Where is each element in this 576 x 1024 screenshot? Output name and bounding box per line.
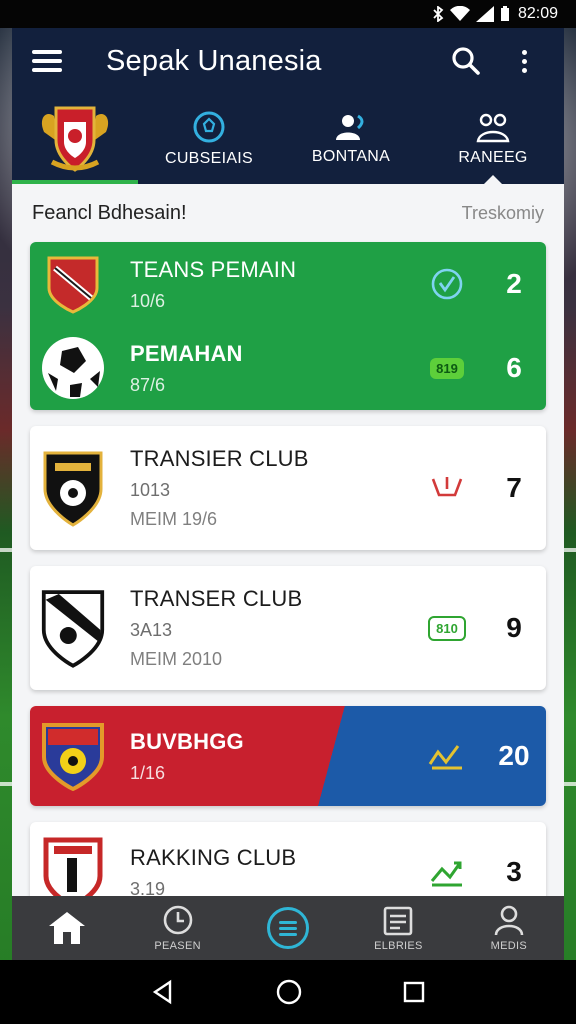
club-crest-icon [40, 837, 106, 896]
list-item[interactable]: BUVBHGG 1/16 20 [30, 706, 546, 806]
users-icon [476, 113, 510, 143]
badge: 810 [412, 615, 482, 641]
entry-name: TRANSER CLUB [130, 586, 303, 611]
featured-card[interactable]: TEANS PEMAIN 10/6 2 PEMAHAN 87/6 819 6 [30, 242, 546, 410]
signal-icon [475, 6, 494, 22]
federation-logo[interactable] [12, 94, 138, 184]
entry-name: BUVBHGG [130, 728, 244, 754]
section-title: Feancl Bdhesain! [32, 201, 187, 224]
clock-icon [163, 905, 192, 935]
status-bar: 82:09 [0, 0, 576, 28]
battery-icon [500, 6, 509, 21]
kebab-icon [521, 49, 527, 73]
rank-number: 2 [506, 268, 522, 299]
club-crest-icon [40, 723, 106, 791]
score-pill: 810 [428, 615, 466, 641]
club-card[interactable]: RAKKING CLUB 3.19 3 [30, 822, 546, 896]
back-icon[interactable] [150, 979, 176, 1005]
more-options-button[interactable] [504, 41, 544, 81]
list-item[interactable]: TRANSER CLUB 3A13 MEIM 2010 810 9 [30, 566, 546, 690]
nav-medis[interactable]: MEDIS [454, 904, 564, 952]
rank-number: 6 [506, 352, 522, 383]
entry-stat: 1/16 [130, 762, 166, 783]
entry-stat: 1013 [130, 480, 171, 500]
app-bar: Sepak Unanesia CUBSEIAIS BONTANA RANEEG [12, 28, 564, 184]
home-icon [49, 912, 86, 944]
recents-icon[interactable] [402, 980, 426, 1004]
person-icon [494, 905, 524, 936]
app-title: Sepak Unanesia [106, 44, 322, 77]
section-link[interactable]: Treskomiy [462, 203, 544, 224]
club-list: TEANS PEMAIN 10/6 2 PEMAHAN 87/6 819 6 T… [12, 242, 564, 896]
nav-label: MEDIS [490, 940, 527, 952]
soccer-ball-icon [193, 111, 225, 143]
list-item[interactable]: TRANSIER CLUB 1013 MEIM 19/6 7 [30, 426, 546, 550]
score-pill: 819 [430, 357, 464, 379]
nav-peasen[interactable]: PEASEN [122, 904, 232, 952]
entry-stat: 10/6 [130, 290, 166, 311]
trend-down-icon [431, 477, 463, 497]
club-crest-icon [40, 251, 106, 317]
entry-stat: 3.19 [130, 878, 166, 897]
badge: 819 [412, 357, 482, 379]
trend-up-icon [430, 861, 462, 887]
entry-name: TRANSIER CLUB [130, 446, 309, 471]
system-navigation-bar [0, 960, 576, 1024]
menu-circle-icon [267, 907, 310, 949]
entry-stat: 3A13 [130, 620, 173, 640]
badge [412, 267, 482, 301]
badge [412, 857, 482, 887]
badge [412, 473, 482, 503]
entry-name: RAKKING CLUB [130, 844, 297, 870]
search-icon [452, 47, 480, 75]
list-item[interactable]: PEMAHAN 87/6 819 6 [30, 326, 546, 410]
tab-label: CUBSEIAIS [164, 150, 254, 167]
nav-menu[interactable] [233, 907, 343, 949]
nav-label: ELBRIES [374, 940, 423, 952]
club-card[interactable]: TRANSIER CLUB 1013 MEIM 19/6 7 [30, 426, 546, 550]
menu-icon[interactable] [32, 50, 62, 72]
rank-number: 3 [506, 856, 522, 887]
rank-number: 20 [498, 740, 530, 771]
soccer-ball-icon [40, 335, 106, 401]
list-item[interactable]: RAKKING CLUB 3.19 3 [30, 822, 546, 896]
entry-meta: MEIM 2010 [130, 649, 223, 669]
nav-label: PEASEN [154, 940, 201, 952]
trend-up-icon [428, 745, 462, 770]
search-button[interactable] [446, 41, 486, 81]
wifi-icon [449, 6, 470, 21]
club-card[interactable]: TRANSER CLUB 3A13 MEIM 2010 810 9 [30, 566, 546, 690]
tab-raneeg[interactable]: RANEEG [422, 94, 564, 184]
rank-number: 7 [506, 472, 522, 503]
club-crest-icon [40, 451, 106, 527]
section-header: Feancl Bdhesain! Treskomiy [12, 184, 564, 242]
status-icons [432, 6, 510, 22]
garuda-crest-icon [41, 106, 109, 172]
tab-label: RANEEG [458, 149, 528, 166]
app-window: Sepak Unanesia CUBSEIAIS BONTANA RANEEG … [12, 28, 564, 896]
entry-name: PEMAHAN [130, 340, 243, 366]
tab-bontana[interactable]: BONTANA [280, 94, 422, 184]
club-card[interactable]: BUVBHGG 1/16 20 [30, 706, 546, 806]
entry-name: TEANS PEMAIN [130, 256, 297, 282]
home-circle-icon[interactable] [275, 978, 303, 1006]
people-icon [336, 114, 364, 140]
nav-home[interactable] [12, 908, 122, 948]
tab-bar: CUBSEIAIS BONTANA RANEEG [12, 94, 564, 184]
bottom-navigation: PEASEN ELBRIES MEDIS [12, 896, 564, 960]
badge [412, 742, 482, 770]
bluetooth-icon [433, 6, 444, 22]
entry-stat: 87/6 [130, 374, 166, 395]
list-item[interactable]: TEANS PEMAIN 10/6 2 [30, 242, 546, 326]
rank-number: 9 [506, 612, 522, 643]
entry-meta: MEIM 19/6 [130, 509, 218, 529]
check-circle-icon [431, 268, 463, 300]
club-crest-icon [40, 590, 106, 668]
tab-label: BONTANA [311, 148, 391, 165]
nav-elbries[interactable]: ELBRIES [343, 904, 453, 952]
clipboard-icon [384, 906, 413, 936]
status-time: 82:09 [517, 5, 558, 22]
tab-cubseiais[interactable]: CUBSEIAIS [138, 94, 280, 184]
